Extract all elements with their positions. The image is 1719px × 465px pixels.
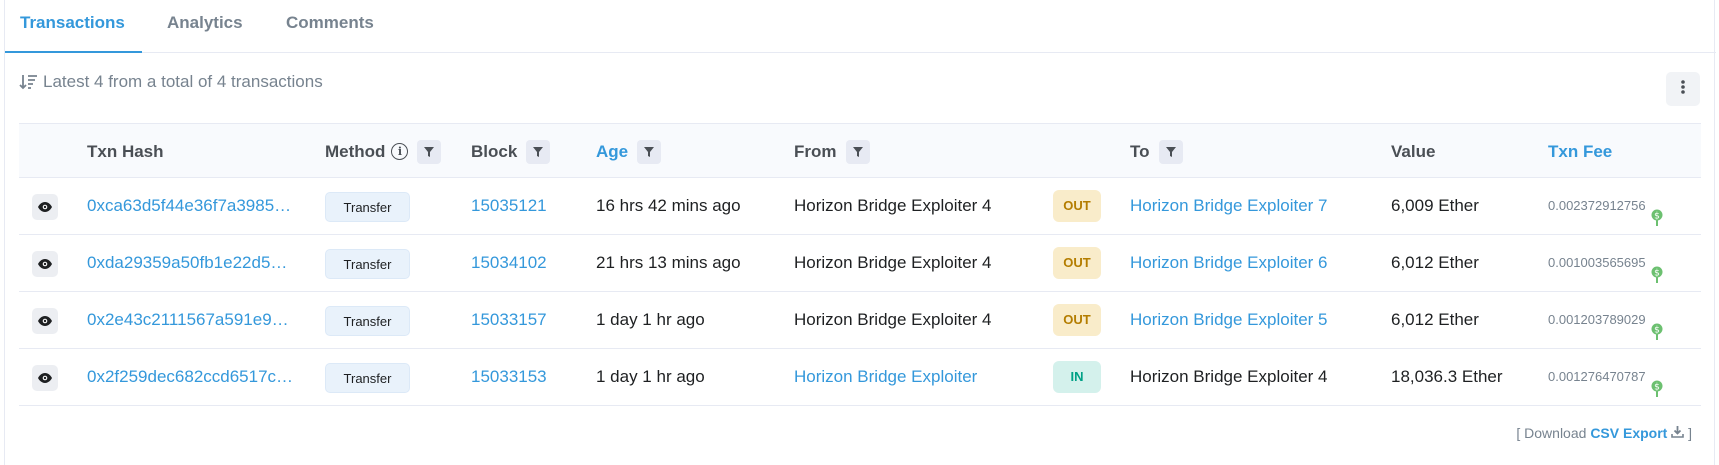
txn-hash-link[interactable]: 0xda29359a50fb1e22d5… <box>87 235 297 291</box>
to-filter-button[interactable] <box>1158 139 1183 164</box>
from-address: Horizon Bridge Exploiter 4 <box>794 196 992 215</box>
eye-icon <box>38 202 52 212</box>
sort-descending-icon <box>19 72 39 92</box>
tab-comments[interactable]: Comments <box>271 0 389 53</box>
column-age[interactable]: Age <box>596 124 662 179</box>
column-to: To <box>1130 124 1183 179</box>
block-filter-button[interactable] <box>526 139 551 164</box>
direction-badge: OUT <box>1053 247 1101 279</box>
txn-fee: 0.001003565695 $ <box>1548 235 1664 291</box>
gas-tip-icon[interactable]: $ <box>1650 367 1664 397</box>
to-address: Horizon Bridge Exploiter 4 <box>1130 367 1328 386</box>
view-details-button[interactable] <box>32 251 58 277</box>
txn-fee: 0.002372912756 $ <box>1548 178 1664 234</box>
to-address-link[interactable]: Horizon Bridge Exploiter 6 <box>1130 235 1327 291</box>
from-address: Horizon Bridge Exploiter 4 <box>794 310 992 329</box>
transactions-table: Txn Hash Method i Block Age From To Valu… <box>19 123 1701 406</box>
filter-icon <box>533 146 544 157</box>
value-text: 6,012 Ether <box>1391 253 1479 272</box>
age-text: 16 hrs 42 mins ago <box>596 196 741 215</box>
filter-icon <box>424 146 435 157</box>
tab-bar: Transactions Analytics Comments <box>5 0 1716 53</box>
fee-text: 0.002372912756 <box>1548 198 1646 213</box>
download-prefix: [ Download <box>1516 425 1587 441</box>
block-link[interactable]: 15033157 <box>471 292 547 348</box>
gas-tip-icon[interactable]: $ <box>1650 196 1664 226</box>
download-suffix: ] <box>1688 425 1692 441</box>
from-address-link[interactable]: Horizon Bridge Exploiter <box>794 349 977 405</box>
vertical-dots-icon <box>1680 79 1686 100</box>
txn-hash-link[interactable]: 0x2f259dec682ccd6517c… <box>87 349 297 405</box>
block-link[interactable]: 15033153 <box>471 349 547 405</box>
filter-icon <box>1165 146 1176 157</box>
column-txn-hash: Txn Hash <box>87 142 164 161</box>
table-row: 0xca63d5f44e36f7a3985… Transfer 15035121… <box>19 178 1701 235</box>
from-filter-button[interactable] <box>845 139 870 164</box>
age-text: 21 hrs 13 mins ago <box>596 253 741 272</box>
table-row: 0x2f259dec682ccd6517c… Transfer 15033153… <box>19 349 1701 406</box>
block-link[interactable]: 15035121 <box>471 178 547 234</box>
fee-text: 0.001203789029 <box>1548 312 1646 327</box>
table-row: 0xda29359a50fb1e22d5… Transfer 15034102 … <box>19 235 1701 292</box>
txn-hash-link[interactable]: 0xca63d5f44e36f7a3985… <box>87 178 297 234</box>
view-details-button[interactable] <box>32 308 58 334</box>
tab-transactions[interactable]: Transactions <box>5 0 142 53</box>
column-block: Block <box>471 124 551 179</box>
column-txn-fee[interactable]: Txn Fee <box>1548 124 1612 179</box>
method-badge: Transfer <box>325 192 410 222</box>
fee-text: 0.001276470787 <box>1548 369 1646 384</box>
gas-tip-icon[interactable]: $ <box>1650 310 1664 340</box>
table-row: 0x2e43c2111567a591e9… Transfer 15033157 … <box>19 292 1701 349</box>
direction-badge: OUT <box>1053 304 1101 336</box>
view-details-button[interactable] <box>32 194 58 220</box>
summary-text: Latest 4 from a total of 4 transactions <box>43 72 323 91</box>
value-text: 6,012 Ether <box>1391 310 1479 329</box>
more-options-button[interactable] <box>1666 72 1700 106</box>
eye-icon <box>38 373 52 383</box>
download-icon[interactable] <box>1671 425 1685 441</box>
column-from: From <box>794 124 870 179</box>
filter-icon <box>852 146 863 157</box>
txn-hash-link[interactable]: 0x2e43c2111567a591e9… <box>87 292 297 348</box>
transactions-card: Transactions Analytics Comments Latest 4… <box>4 0 1716 465</box>
filter-icon <box>644 146 655 157</box>
eye-icon <box>38 316 52 326</box>
method-badge: Transfer <box>325 306 410 336</box>
from-address: Horizon Bridge Exploiter 4 <box>794 253 992 272</box>
age-filter-button[interactable] <box>637 139 662 164</box>
to-address-link[interactable]: Horizon Bridge Exploiter 7 <box>1130 178 1327 234</box>
column-value: Value <box>1391 142 1436 161</box>
value-text: 6,009 Ether <box>1391 196 1479 215</box>
method-filter-button[interactable] <box>417 139 442 164</box>
info-icon[interactable]: i <box>391 143 409 160</box>
age-text: 1 day 1 hr ago <box>596 367 705 386</box>
eye-icon <box>38 259 52 269</box>
age-text: 1 day 1 hr ago <box>596 310 705 329</box>
direction-badge: OUT <box>1053 190 1101 222</box>
to-address-link[interactable]: Horizon Bridge Exploiter 5 <box>1130 292 1327 348</box>
method-badge: Transfer <box>325 249 410 279</box>
download-export: [ Download CSV Export ] <box>1516 425 1692 441</box>
view-details-button[interactable] <box>32 365 58 391</box>
txn-fee: 0.001276470787 $ <box>1548 349 1664 405</box>
value-text: 18,036.3 Ether <box>1391 367 1503 386</box>
gas-tip-icon[interactable]: $ <box>1650 253 1664 283</box>
direction-badge: IN <box>1053 361 1101 393</box>
tab-analytics[interactable]: Analytics <box>152 0 258 53</box>
txn-fee: 0.001203789029 $ <box>1548 292 1664 348</box>
transactions-summary: Latest 4 from a total of 4 transactions <box>19 72 323 92</box>
table-header: Txn Hash Method i Block Age From To Valu… <box>19 123 1701 178</box>
method-badge: Transfer <box>325 363 410 393</box>
block-link[interactable]: 15034102 <box>471 235 547 291</box>
fee-text: 0.001003565695 <box>1548 255 1646 270</box>
column-method: Method i <box>325 124 442 179</box>
csv-export-link[interactable]: CSV Export <box>1590 425 1667 441</box>
